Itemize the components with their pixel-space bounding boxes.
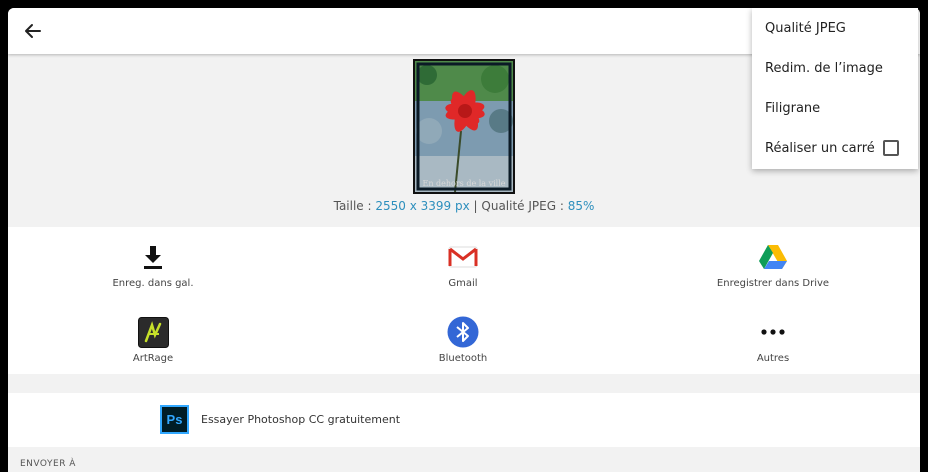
share-label: Enregistrer dans Drive — [716, 278, 830, 289]
size-label: Taille : — [333, 199, 376, 213]
share-bluetooth[interactable]: Bluetooth — [363, 314, 563, 364]
flower-photo: En dehors de la ville — [415, 61, 513, 192]
google-drive-icon — [759, 245, 787, 269]
photoshop-promo[interactable]: Ps Essayer Photoshop CC gratuitement — [8, 393, 920, 447]
info-separator: | — [469, 199, 482, 213]
share-label: ArtRage — [132, 353, 174, 364]
bluetooth-icon — [447, 316, 479, 348]
share-google-drive[interactable]: Enregistrer dans Drive — [673, 239, 873, 289]
make-square-checkbox[interactable] — [883, 140, 899, 156]
menu-item-make-square[interactable]: Réaliser un carré — [752, 128, 918, 168]
photoshop-icon: Ps — [160, 405, 189, 434]
download-icon — [144, 246, 162, 269]
overflow-menu: Qualité JPEG Redim. de l’image Filigrane… — [752, 8, 918, 169]
share-more[interactable]: Autres — [673, 314, 873, 364]
more-horizontal-icon — [761, 329, 785, 335]
share-label: Gmail — [448, 278, 478, 289]
menu-item-watermark[interactable]: Filigrane — [752, 88, 918, 128]
quality-label: Qualité JPEG : — [481, 199, 568, 213]
send-to-section-header: ENVOYER À — [20, 459, 76, 469]
image-info: Taille : 2550 x 3399 px | Qualité JPEG :… — [8, 199, 920, 213]
watermark-text: En dehors de la ville — [422, 179, 505, 188]
menu-item-resize-image[interactable]: Redim. de l’image — [752, 48, 918, 88]
size-value: 2550 x 3399 px — [375, 199, 470, 213]
back-arrow-icon — [25, 24, 41, 38]
share-label: Bluetooth — [438, 353, 488, 364]
back-button[interactable] — [18, 16, 48, 46]
menu-item-label: Filigrane — [765, 100, 821, 116]
menu-item-jpeg-quality[interactable]: Qualité JPEG — [752, 8, 918, 48]
quality-value: 85% — [567, 199, 595, 213]
menu-item-label: Redim. de l’image — [765, 60, 883, 76]
menu-item-label: Qualité JPEG — [765, 20, 846, 36]
share-gmail[interactable]: Gmail — [363, 239, 563, 289]
share-label: Autres — [756, 353, 790, 364]
artrage-icon — [137, 316, 169, 348]
share-artrage[interactable]: ArtRage — [53, 314, 253, 364]
share-label: Enreg. dans gal. — [112, 278, 194, 289]
gmail-icon — [448, 246, 478, 268]
image-preview[interactable]: En dehors de la ville — [413, 59, 515, 194]
promo-label: Essayer Photoshop CC gratuitement — [201, 413, 401, 426]
share-targets-panel: Enreg. dans gal. Gmail Enregistrer dans … — [8, 227, 920, 374]
share-save-to-gallery[interactable]: Enreg. dans gal. — [53, 239, 253, 289]
menu-item-label: Réaliser un carré — [765, 140, 875, 156]
